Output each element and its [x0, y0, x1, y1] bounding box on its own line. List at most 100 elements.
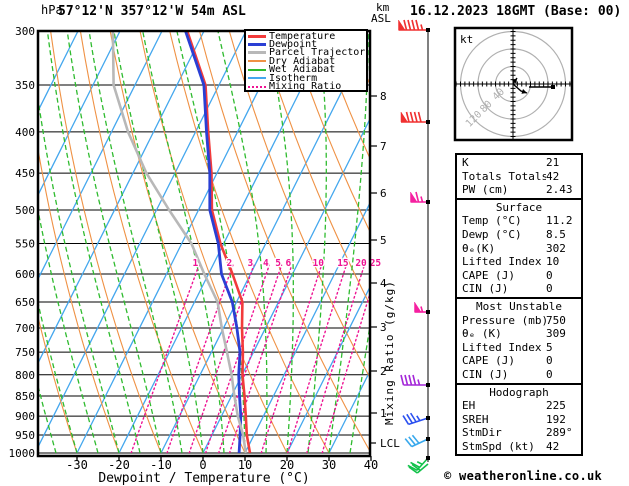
legend-line-sample — [248, 77, 266, 80]
svg-text:4: 4 — [380, 277, 387, 290]
table-row-label: CAPE (J) — [462, 354, 515, 368]
table-section: K 21 Totals Totals 42 PW (cm) 2.43 — [455, 153, 583, 200]
legend-line-sample — [248, 34, 266, 38]
table-section-hodograph: Hodograph EH 225 SREH 192 StmDir 289° StmSpd (k… — [455, 382, 583, 457]
wind-barb-column — [398, 19, 430, 474]
svg-text:-20: -20 — [108, 458, 130, 472]
table-section-title: Hodograph — [489, 385, 549, 399]
table-row: CIN (J) 0 — [457, 282, 581, 296]
wind-barb — [402, 412, 429, 426]
table-row: StmSpd (kt) 42 — [457, 440, 581, 454]
svg-text:350: 350 — [15, 79, 35, 92]
table-row-label: θₑ (K) — [462, 327, 502, 341]
table-row-value: 0 — [546, 354, 553, 368]
table-row-value: 225 — [546, 399, 566, 413]
svg-text:1000: 1000 — [9, 447, 36, 460]
svg-text:30: 30 — [322, 458, 336, 472]
table-row: K 21 — [457, 156, 581, 170]
svg-text:550: 550 — [15, 237, 35, 250]
table-row-label: CIN (J) — [462, 367, 509, 381]
parcel-trajectory-curve — [111, 31, 248, 453]
svg-text:-30: -30 — [66, 458, 88, 472]
legend-line-sample — [248, 51, 266, 55]
table-row: Temp (°C) 11.2 — [457, 214, 581, 228]
lcl-label: LCL — [380, 437, 400, 450]
hodograph-unit-label: kt — [460, 33, 473, 46]
svg-text:850: 850 — [15, 390, 35, 403]
svg-text:0: 0 — [199, 458, 206, 472]
legend-line-sample — [248, 68, 266, 71]
table-row-value: 0 — [546, 282, 553, 296]
table-row-value: 42 — [546, 169, 560, 183]
table-row-value: 42 — [546, 439, 560, 453]
table-row-label: θₑ(K) — [462, 241, 496, 255]
hodograph: 4080120kt — [455, 28, 572, 140]
svg-text:300: 300 — [15, 25, 35, 38]
table-row-label: K — [462, 156, 469, 169]
table-row: CAPE (J) 0 — [457, 269, 581, 283]
legend-item-mixing-ratio: Mixing Ratio — [248, 81, 366, 90]
svg-text:700: 700 — [15, 322, 35, 335]
table-row-label: StmDir — [462, 426, 502, 440]
svg-text:500: 500 — [15, 204, 35, 217]
table-row: Pressure (mb) 750 — [457, 314, 581, 328]
table-row-value: 8.5 — [546, 227, 566, 241]
table-row-label: Lifted Index — [462, 340, 542, 354]
svg-text:1: 1 — [193, 258, 199, 269]
svg-text:650: 650 — [15, 296, 35, 309]
svg-text:6: 6 — [380, 187, 387, 200]
table-row-value: 750 — [546, 313, 566, 327]
table-row-value: 2.43 — [546, 183, 573, 197]
svg-text:950: 950 — [15, 429, 35, 442]
table-section-most-unstable: Most Unstable Pressure (mb) 750 θₑ (K) 309 Li… — [455, 296, 583, 385]
table-row: Lifted Index 5 — [457, 341, 581, 355]
svg-text:900: 900 — [15, 410, 35, 423]
table-row-value: 289° — [546, 426, 573, 440]
svg-text:5: 5 — [275, 258, 281, 269]
wind-barb — [414, 301, 428, 313]
table-row-label: EH — [462, 399, 476, 413]
table-row-value: 10 — [546, 255, 560, 269]
svg-text:3: 3 — [380, 321, 387, 334]
temperature-tick-labels: -30 -20 -10 0 10 20 30 40 — [66, 456, 378, 472]
wind-barb — [410, 191, 428, 203]
table-row-label: CAPE (J) — [462, 268, 515, 282]
svg-text:20: 20 — [355, 258, 367, 269]
table-row: Lifted Index 10 — [457, 255, 581, 269]
table-row-label: PW (cm) — [462, 183, 509, 197]
svg-text:3: 3 — [248, 258, 254, 269]
x-axis-label: Dewpoint / Temperature (°C) — [98, 471, 309, 486]
table-row: EH 225 — [457, 399, 581, 413]
svg-text:25: 25 — [370, 258, 382, 269]
legend-line-sample — [248, 60, 266, 63]
table-row: StmDir 289° — [457, 426, 581, 440]
svg-text:450: 450 — [15, 167, 35, 180]
wind-barb — [400, 374, 428, 386]
svg-text:40: 40 — [364, 458, 378, 472]
svg-text:10: 10 — [312, 258, 324, 269]
chart-legend: Temperature Dewpoint Parcel Trajectory Dry … — [244, 29, 368, 92]
table-row-label: SREH — [462, 412, 489, 426]
svg-text:1: 1 — [380, 407, 387, 420]
table-row-value: 302 — [546, 241, 566, 255]
table-row: SREH 192 — [457, 413, 581, 427]
wind-barb — [400, 111, 428, 123]
svg-text:750: 750 — [15, 346, 35, 359]
wind-barb — [404, 434, 429, 448]
table-row: θₑ (K) 309 — [457, 327, 581, 341]
table-row-value: 309 — [546, 327, 566, 341]
table-section-title: Surface — [495, 200, 543, 214]
legend-line-sample — [248, 85, 266, 88]
indices-table: K 21 Totals Totals 42 PW (cm) 2.43 Surface Temp… — [455, 153, 583, 457]
table-row: Totals Totals 42 — [457, 170, 581, 184]
svg-text:20: 20 — [280, 458, 294, 472]
table-row: CAPE (J) 0 — [457, 354, 581, 368]
table-row: PW (cm) 2.43 — [457, 183, 581, 197]
table-row-label: StmSpd (kt) — [462, 439, 535, 453]
table-row-value: 21 — [546, 156, 560, 169]
table-row: Dewp (°C) 8.5 — [457, 228, 581, 242]
table-row-value: 192 — [546, 412, 566, 426]
svg-text:4: 4 — [263, 258, 269, 269]
svg-text:15: 15 — [337, 258, 349, 269]
svg-text:600: 600 — [15, 268, 35, 281]
